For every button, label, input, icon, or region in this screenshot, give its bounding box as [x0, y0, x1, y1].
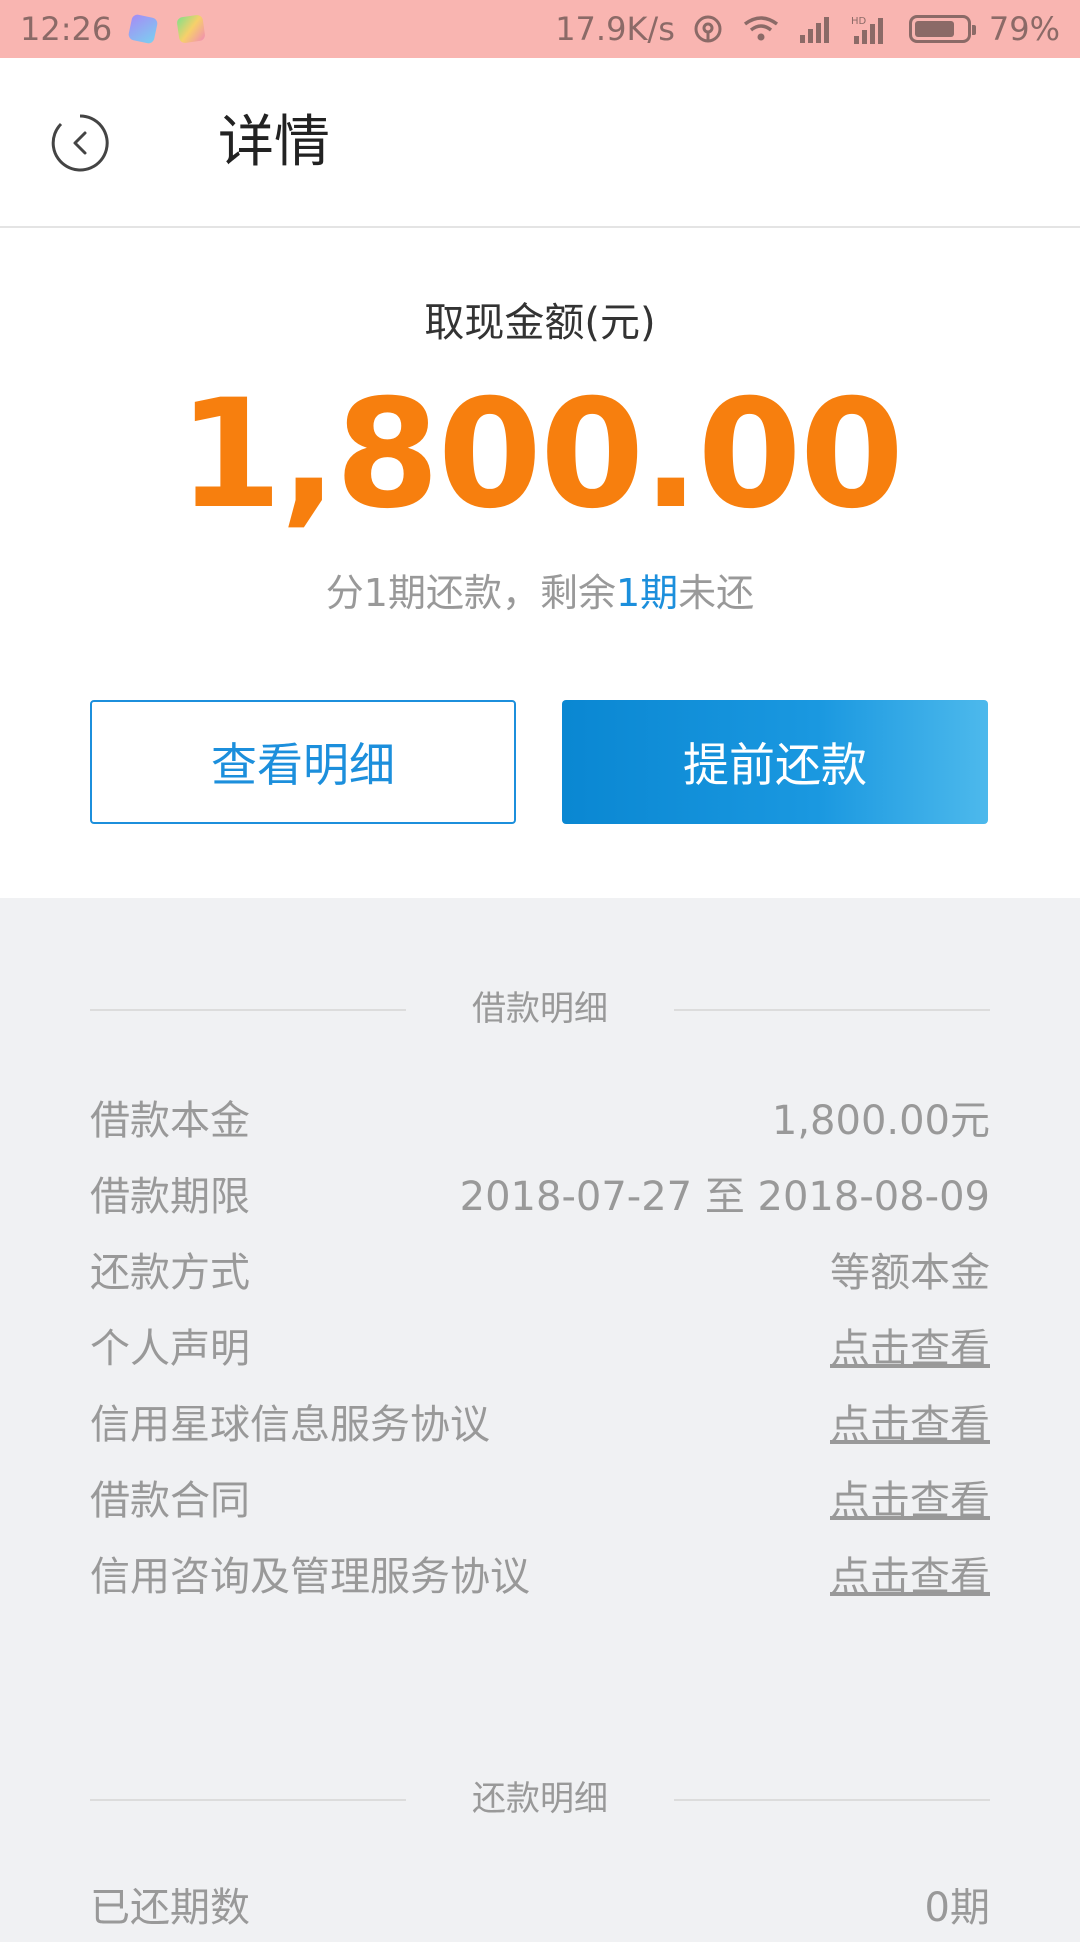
row-label: 已还期数 — [90, 1885, 250, 1931]
personal-statement-link[interactable]: 点击查看 — [830, 1316, 990, 1374]
loan-detail-list: 借款本金 1,800.00元 借款期限 2018-07-27 至 2018-08… — [90, 1079, 990, 1611]
repay-method-row: 还款方式 等额本金 — [90, 1231, 990, 1307]
signal-hd-icon: HD — [851, 14, 891, 44]
row-value: 2018-07-27 至 2018-08-09 — [459, 1174, 990, 1220]
network-speed: 17.9K/s — [555, 10, 675, 48]
info-service-agreement-row: 信用星球信息服务协议 点击查看 — [90, 1383, 990, 1459]
back-arrow-icon — [51, 114, 109, 172]
loan-contract-row: 借款合同 点击查看 — [90, 1459, 990, 1535]
row-value: 0期 — [924, 1885, 990, 1931]
paid-periods-row: 已还期数 0期 — [90, 1866, 990, 1942]
loan-contract-link[interactable]: 点击查看 — [830, 1468, 990, 1526]
divider — [674, 1009, 990, 1011]
page-title: 详情 — [218, 110, 330, 175]
installment-prefix: 分1期还款，剩余 — [325, 571, 616, 615]
row-label: 借款期限 — [90, 1174, 250, 1220]
row-value: 1,800.00元 — [771, 1098, 990, 1144]
hotspot-icon — [693, 14, 723, 44]
row-label: 借款合同 — [90, 1478, 250, 1524]
row-label: 个人声明 — [90, 1326, 250, 1372]
amount-label: 取现金额(元) — [424, 300, 656, 346]
view-detail-button[interactable]: 查看明细 — [90, 700, 516, 824]
withdraw-amount: 1,800.00 — [177, 368, 904, 542]
installment-remaining: 1期 — [615, 571, 679, 615]
row-label: 借款本金 — [90, 1098, 250, 1144]
status-bar: 12:26 17.9K/s HD 79% — [0, 0, 1080, 58]
consulting-agreement-link[interactable]: 点击查看 — [830, 1544, 990, 1602]
repay-detail-list: 已还期数 0期 — [90, 1866, 990, 1942]
app-notification-icon — [127, 13, 159, 45]
installment-suffix: 未还 — [678, 571, 755, 615]
row-label: 还款方式 — [90, 1250, 250, 1296]
app-header: 详情 — [0, 58, 1080, 228]
prepay-button[interactable]: 提前还款 — [562, 700, 988, 824]
svg-text:HD: HD — [851, 16, 867, 27]
row-label: 信用咨询及管理服务协议 — [90, 1554, 530, 1600]
app-notification-icon — [176, 14, 206, 44]
installment-status: 分1期还款，剩余1期未还 — [0, 562, 1080, 617]
battery-percent: 79% — [988, 10, 1060, 48]
withdraw-summary: 取现金额(元) 1,800.00 分1期还款，剩余1期未还 查看明细 提前还款 — [0, 228, 1080, 898]
status-time: 12:26 — [20, 10, 113, 48]
row-value: 等额本金 — [830, 1250, 990, 1296]
repay-detail-heading: 还款明细 — [90, 1774, 990, 1824]
loan-term-row: 借款期限 2018-07-27 至 2018-08-09 — [90, 1155, 990, 1231]
personal-statement-row: 个人声明 点击查看 — [90, 1307, 990, 1383]
info-service-agreement-link[interactable]: 点击查看 — [830, 1392, 990, 1450]
loan-detail-heading: 借款明细 — [90, 984, 990, 1034]
battery-icon — [908, 15, 976, 43]
consulting-agreement-row: 信用咨询及管理服务协议 点击查看 — [90, 1535, 990, 1611]
back-button[interactable] — [50, 113, 110, 173]
row-label: 信用星球信息服务协议 — [90, 1402, 490, 1448]
loan-principal-row: 借款本金 1,800.00元 — [90, 1079, 990, 1155]
signal-icon — [799, 15, 833, 43]
wifi-icon — [741, 14, 781, 44]
divider — [674, 1799, 990, 1801]
